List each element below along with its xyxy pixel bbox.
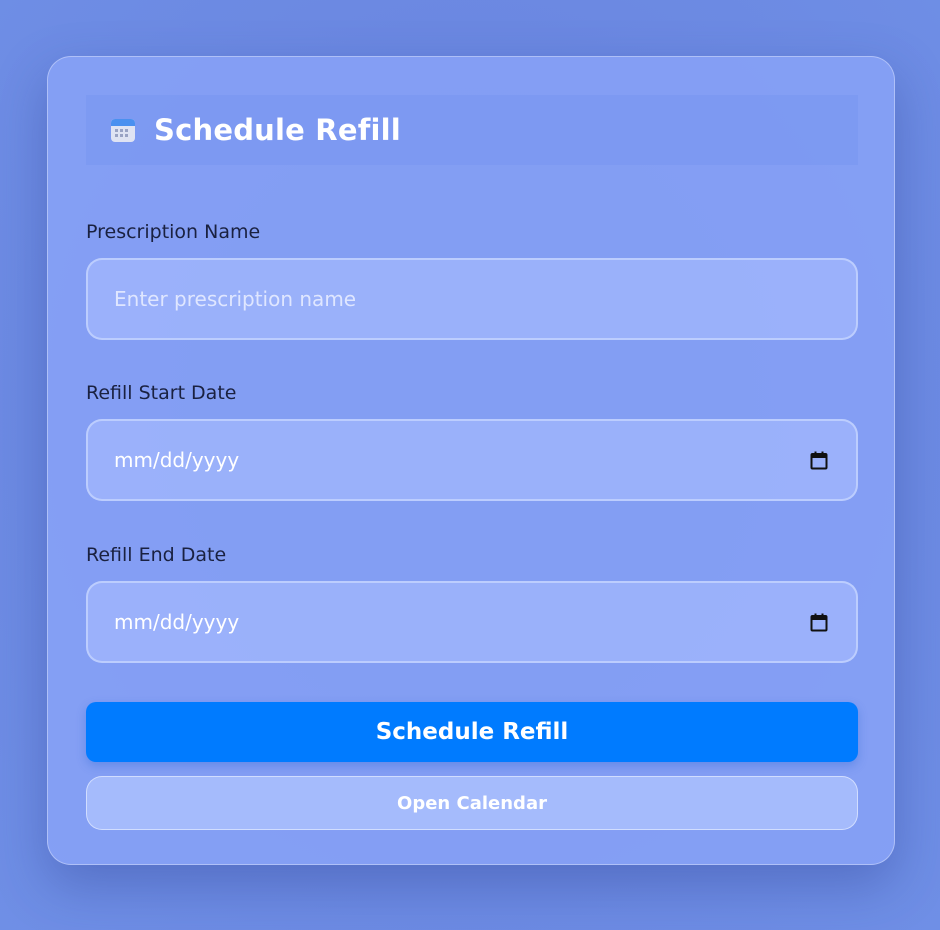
refill-start-date-label: Refill Start Date (86, 382, 237, 404)
schedule-refill-card: Schedule Refill Prescription Name Enter … (47, 56, 895, 865)
refill-start-date-input[interactable]: mm/dd/yyyy (86, 419, 858, 501)
calendar-picker-icon[interactable] (810, 451, 828, 470)
refill-end-date-label: Refill End Date (86, 544, 227, 566)
refill-start-date-value: mm/dd/yyyy (114, 448, 240, 472)
prescription-name-input[interactable]: Enter prescription name (86, 258, 858, 340)
schedule-refill-button[interactable]: Schedule Refill (86, 702, 858, 762)
calendar-picker-icon[interactable] (810, 613, 828, 632)
page-title: Schedule Refill (154, 113, 401, 147)
prescription-name-placeholder: Enter prescription name (114, 287, 357, 311)
refill-end-date-input[interactable]: mm/dd/yyyy (86, 581, 858, 663)
open-calendar-button[interactable]: Open Calendar (86, 776, 858, 830)
prescription-name-label: Prescription Name (86, 221, 261, 243)
calendar-icon (110, 117, 136, 143)
card-header: Schedule Refill (86, 95, 858, 165)
refill-end-date-value: mm/dd/yyyy (114, 610, 240, 634)
